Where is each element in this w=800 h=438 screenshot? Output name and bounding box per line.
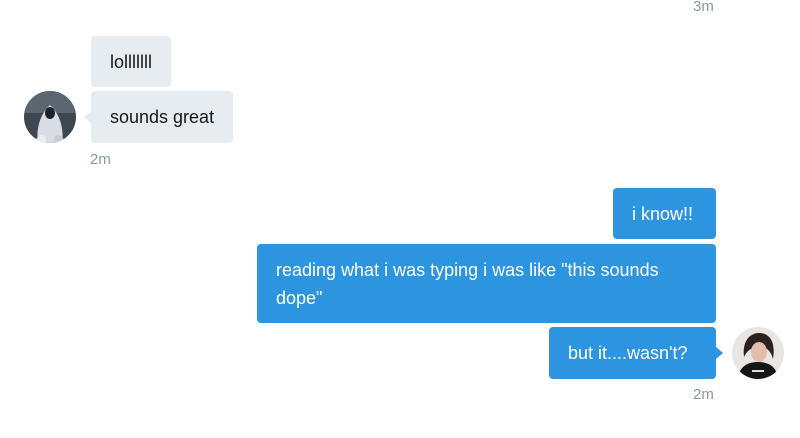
outgoing-message-bubble[interactable]: but it....wasn't? xyxy=(549,327,716,379)
outgoing-user-avatar[interactable] xyxy=(732,327,784,379)
ghost-costume-avatar-icon xyxy=(24,91,76,143)
message-timestamp: 2m xyxy=(693,386,714,403)
outgoing-bubble-tail xyxy=(716,347,723,359)
user-photo-avatar-icon xyxy=(732,327,784,379)
message-timestamp-top: 3m xyxy=(693,0,714,15)
incoming-message-bubble[interactable]: sounds great xyxy=(91,91,234,143)
outgoing-message-bubble[interactable]: reading what i was typing i was like "th… xyxy=(257,244,716,323)
outgoing-message-bubble[interactable]: i know!! xyxy=(613,188,716,239)
message-timestamp: 2m xyxy=(90,151,111,168)
incoming-message-bubble[interactable]: lolllllll xyxy=(91,36,172,87)
incoming-user-avatar[interactable] xyxy=(24,91,76,143)
incoming-bubble-tail xyxy=(84,111,91,123)
